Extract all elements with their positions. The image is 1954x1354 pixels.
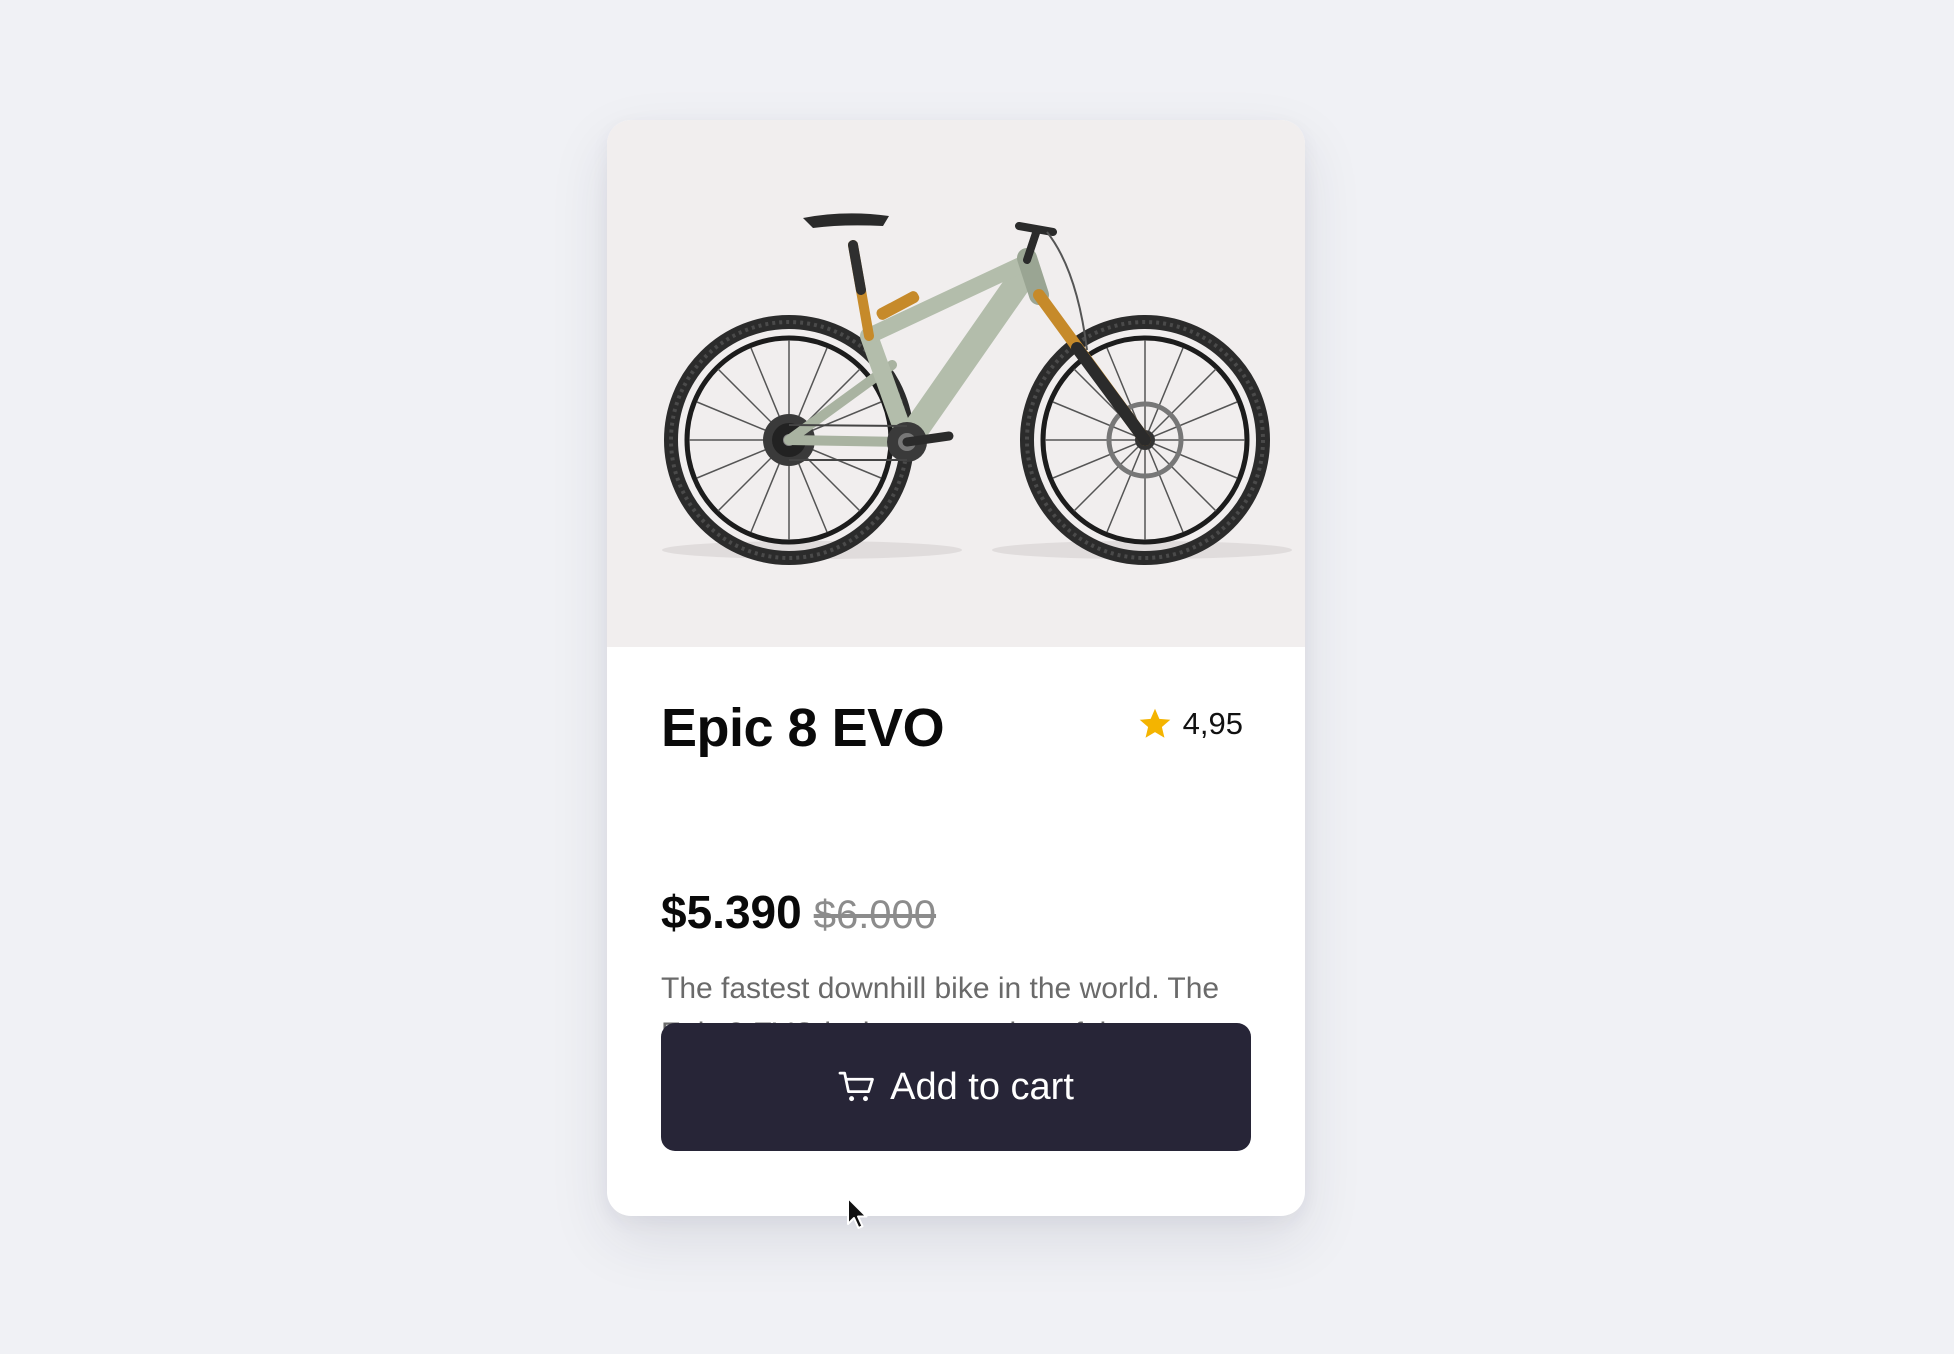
bike-illustration <box>662 213 1292 565</box>
product-title: Epic 8 EVO <box>661 698 945 758</box>
original-price: $6.000 <box>813 893 937 937</box>
price-row: $5.390 $6.000 <box>661 884 936 943</box>
cart-icon <box>838 1071 874 1102</box>
cursor-arrow <box>847 1197 868 1229</box>
current-price: $5.390 <box>661 886 802 938</box>
add-to-cart-label: Add to cart <box>890 1065 1074 1108</box>
product-rating: 4,95 <box>1137 704 1243 744</box>
add-to-cart-button[interactable]: Add to cart <box>661 1023 1251 1151</box>
product-card: Epic 8 EVO 4,95 $5.390 $6.000 The fastes… <box>607 120 1305 1216</box>
rating-value: 4,95 <box>1182 706 1243 741</box>
star-icon <box>1139 708 1170 738</box>
product-image <box>607 120 1305 647</box>
